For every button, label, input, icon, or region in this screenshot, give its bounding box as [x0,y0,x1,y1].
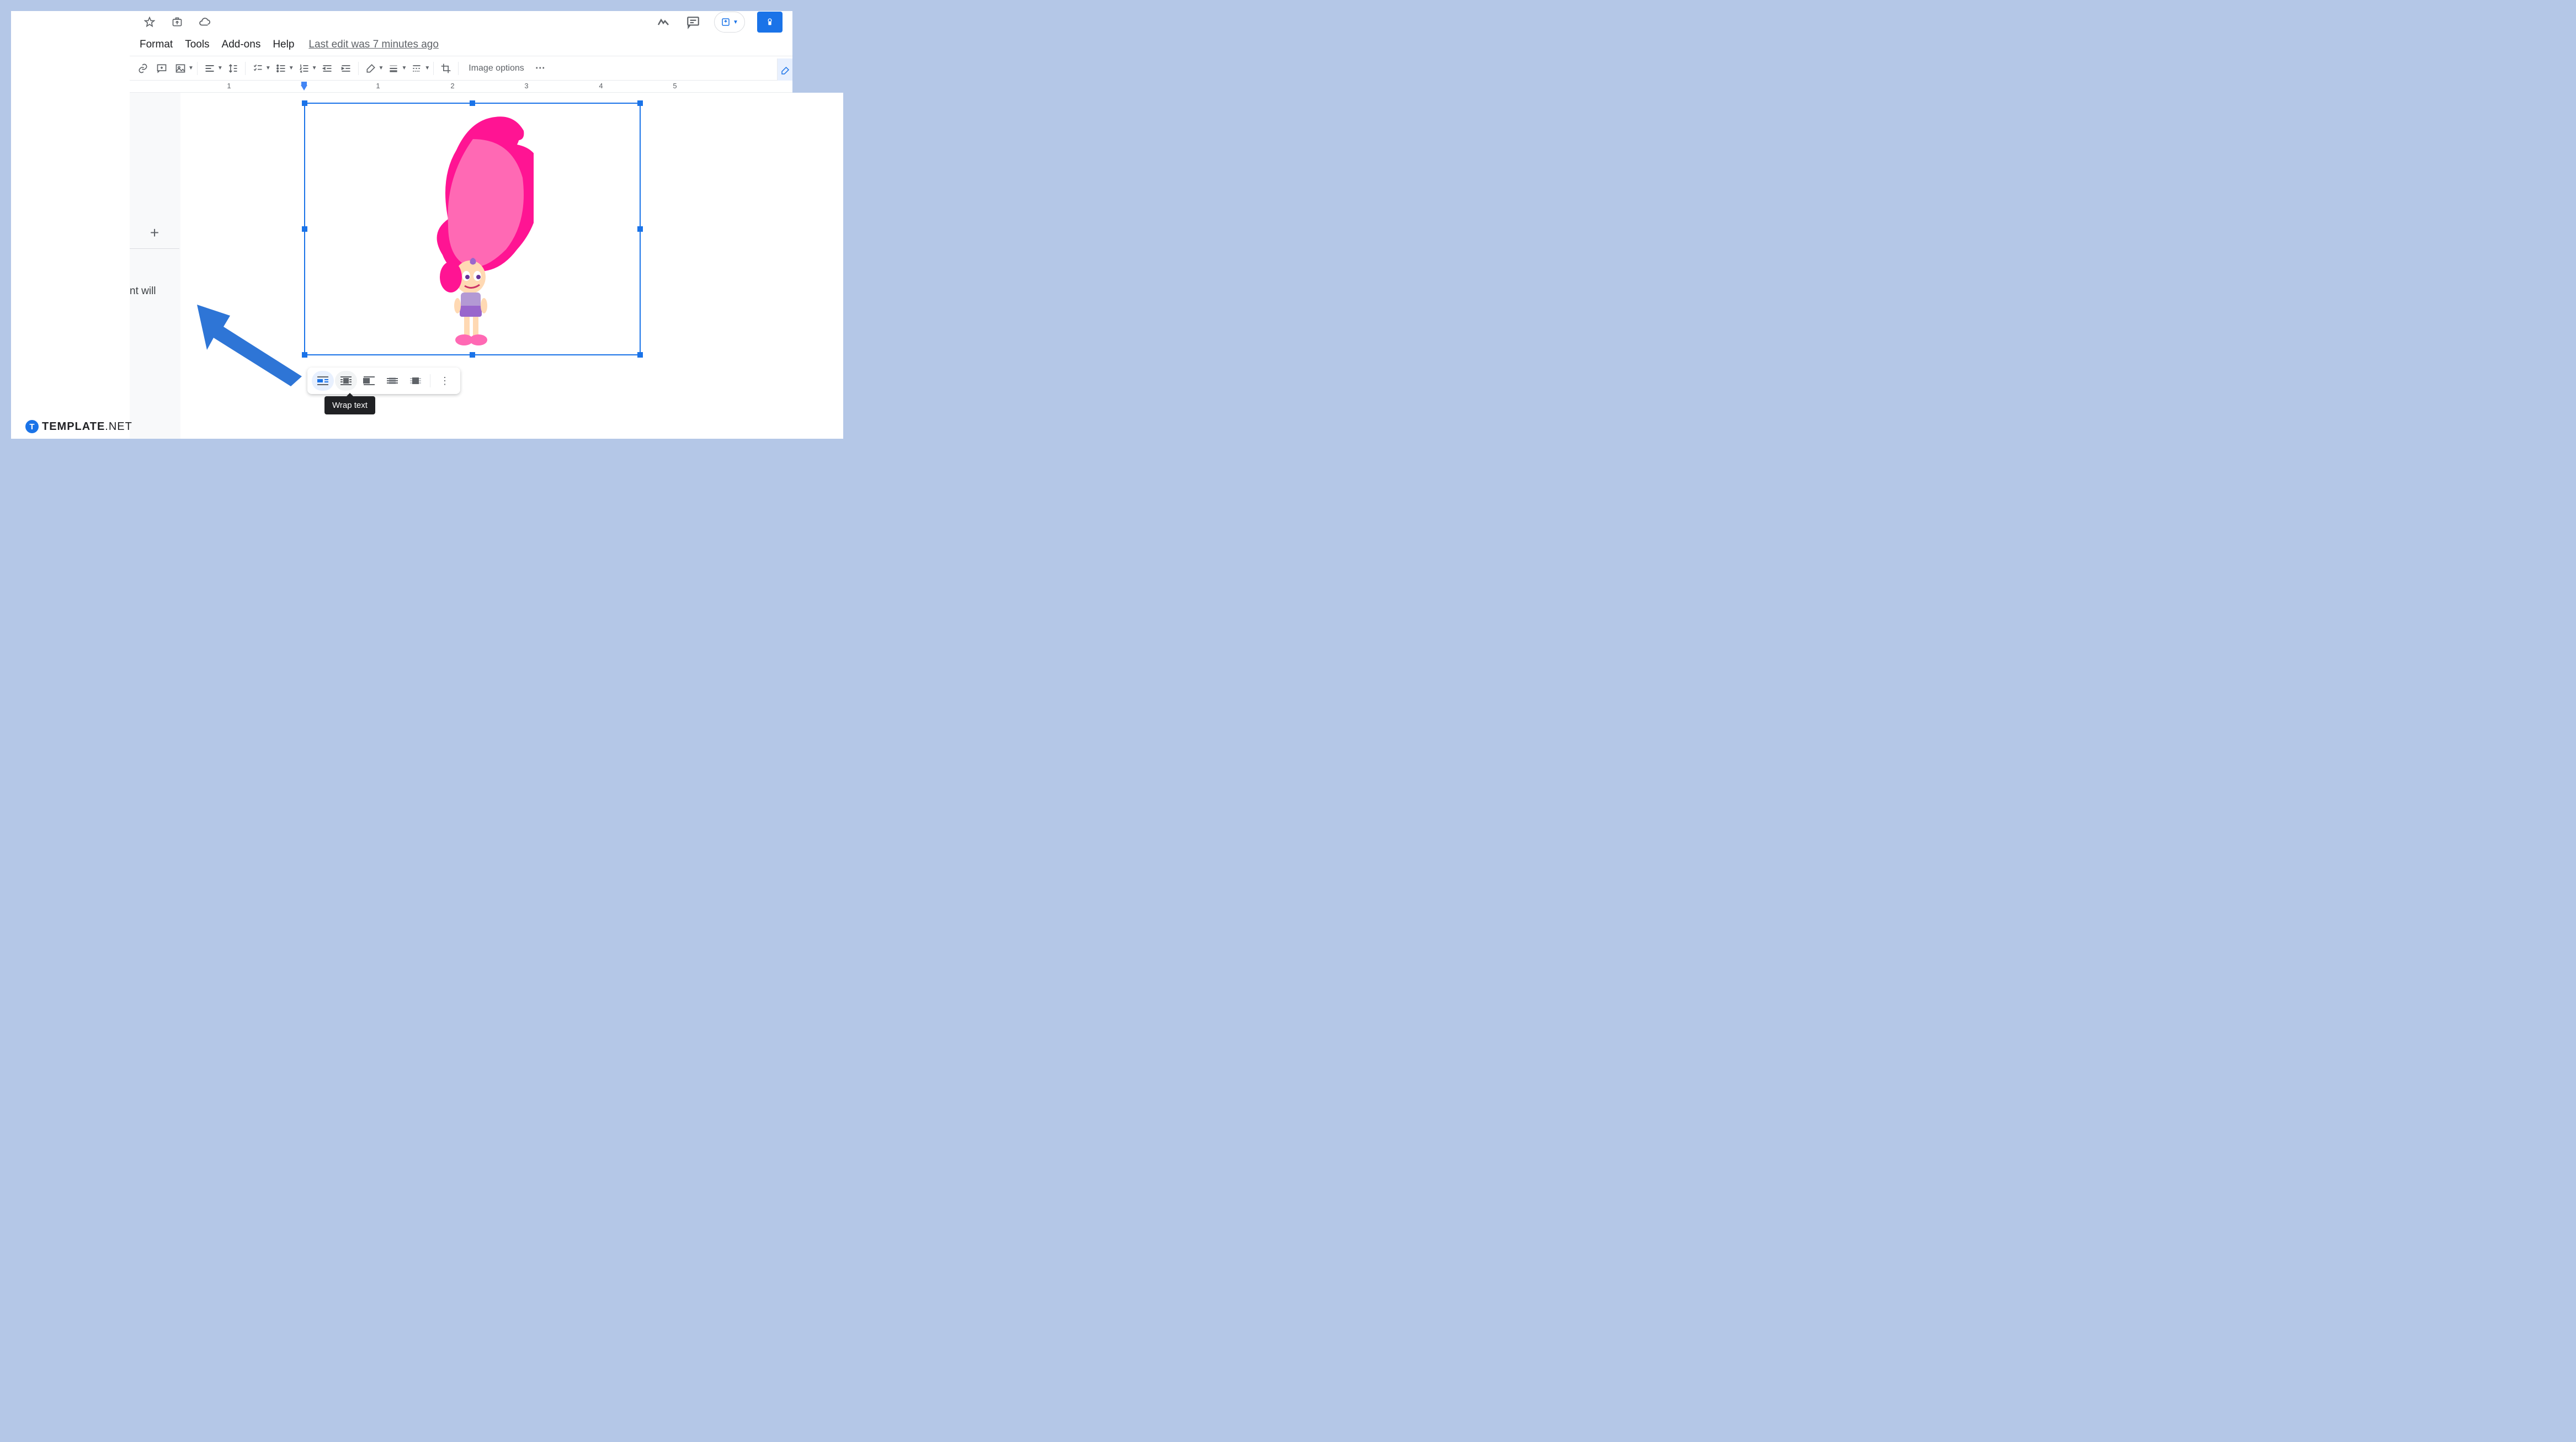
title-doc-icons [141,13,214,31]
fragment-text: nt will [130,285,179,297]
border-color-button[interactable]: ▼ [362,60,384,77]
ruler-mark: 1 [227,82,231,90]
image-selection[interactable] [304,103,641,355]
menubar: Format Tools Add-ons Help Last edit was … [130,33,792,56]
image-wrap-toolbar: ⋮ [307,368,460,394]
menu-help[interactable]: Help [267,35,300,54]
resize-handle-tr[interactable] [637,100,643,106]
share-button[interactable] [757,12,783,33]
title-row: ▼ [130,11,792,33]
activity-icon[interactable] [654,13,672,31]
border-weight-button[interactable]: ▼ [385,60,407,77]
toolbar-separator [433,62,434,75]
annotation-arrow [191,299,312,391]
behind-text-button[interactable] [381,371,403,391]
toolbar-separator [197,62,198,75]
star-icon[interactable] [141,13,158,31]
resize-handle-ml[interactable] [302,226,307,232]
resize-handle-mr[interactable] [637,226,643,232]
ruler-mark: 1 [376,82,380,90]
last-edit-link[interactable]: Last edit was 7 minutes ago [308,39,439,51]
wrap-text-tooltip: Wrap text [324,396,375,414]
increase-indent-button[interactable] [337,60,355,77]
canvas: + nt will [130,93,792,439]
checklist-button[interactable]: ▼ [249,60,271,77]
menu-tools[interactable]: Tools [179,35,215,54]
divider [130,248,179,249]
border-dash-button[interactable]: ▼ [408,60,430,77]
numbered-list-button[interactable]: ▼ [295,60,317,77]
bulleted-list-button[interactable]: ▼ [272,60,294,77]
resize-handle-bm[interactable] [470,352,475,358]
toolbar-separator [358,62,359,75]
indent-marker[interactable] [301,85,307,91]
watermark-text: TEMPLATE.NET [42,421,132,433]
more-button[interactable]: ⋯ [532,60,550,77]
menu-format[interactable]: Format [134,35,178,54]
ruler-mark: 5 [673,82,677,90]
outline-fragment: + nt will [130,224,179,297]
decrease-indent-button[interactable] [318,60,336,77]
app-frame: ▼ Format Tools Add-ons Help Last edit wa… [11,11,792,439]
more-options-button[interactable]: ⋮ [434,371,456,391]
align-button[interactable]: ▼ [201,60,223,77]
ruler-mark: 3 [524,82,528,90]
in-front-text-button[interactable] [405,371,427,391]
ruler-mark: 2 [450,82,454,90]
watermark: T TEMPLATE.NET [25,420,132,433]
crop-button[interactable] [437,60,455,77]
present-button[interactable]: ▼ [714,12,745,33]
docs-app: ▼ Format Tools Add-ons Help Last edit wa… [130,11,792,439]
insert-image-button[interactable]: ▼ [172,60,194,77]
wrap-text-button[interactable] [335,371,357,391]
toolbar: ▼ ▼ ▼ ▼ ▼ ▼ ▼ ▼ Image options ⋯ [130,56,792,81]
chevron-down-icon: ▼ [733,19,738,25]
resize-handle-tm[interactable] [470,100,475,106]
add-comment-button[interactable] [153,60,171,77]
title-right: ▼ [654,12,787,33]
insert-link-button[interactable] [134,60,152,77]
ruler-mark: 4 [599,82,603,90]
document-page[interactable]: ⋮ Wrap text [180,93,843,439]
move-icon[interactable] [168,13,186,31]
add-outline-button[interactable]: + [130,224,179,248]
resize-handle-tl[interactable] [302,100,307,106]
resize-handle-br[interactable] [637,352,643,358]
menu-addons[interactable]: Add-ons [216,35,267,54]
cloud-status-icon[interactable] [196,13,214,31]
image-options-button[interactable]: Image options [462,63,531,73]
editing-mode-strip[interactable] [777,58,792,83]
break-text-button[interactable] [358,371,380,391]
toolbar-separator [245,62,246,75]
toolbar-separator [458,62,459,75]
inline-button[interactable] [312,371,334,391]
watermark-icon: T [25,420,39,433]
ruler[interactable]: 1 1 2 3 4 5 [130,81,792,93]
comment-icon[interactable] [684,13,702,31]
line-spacing-button[interactable] [224,60,242,77]
selected-image[interactable] [418,111,534,349]
